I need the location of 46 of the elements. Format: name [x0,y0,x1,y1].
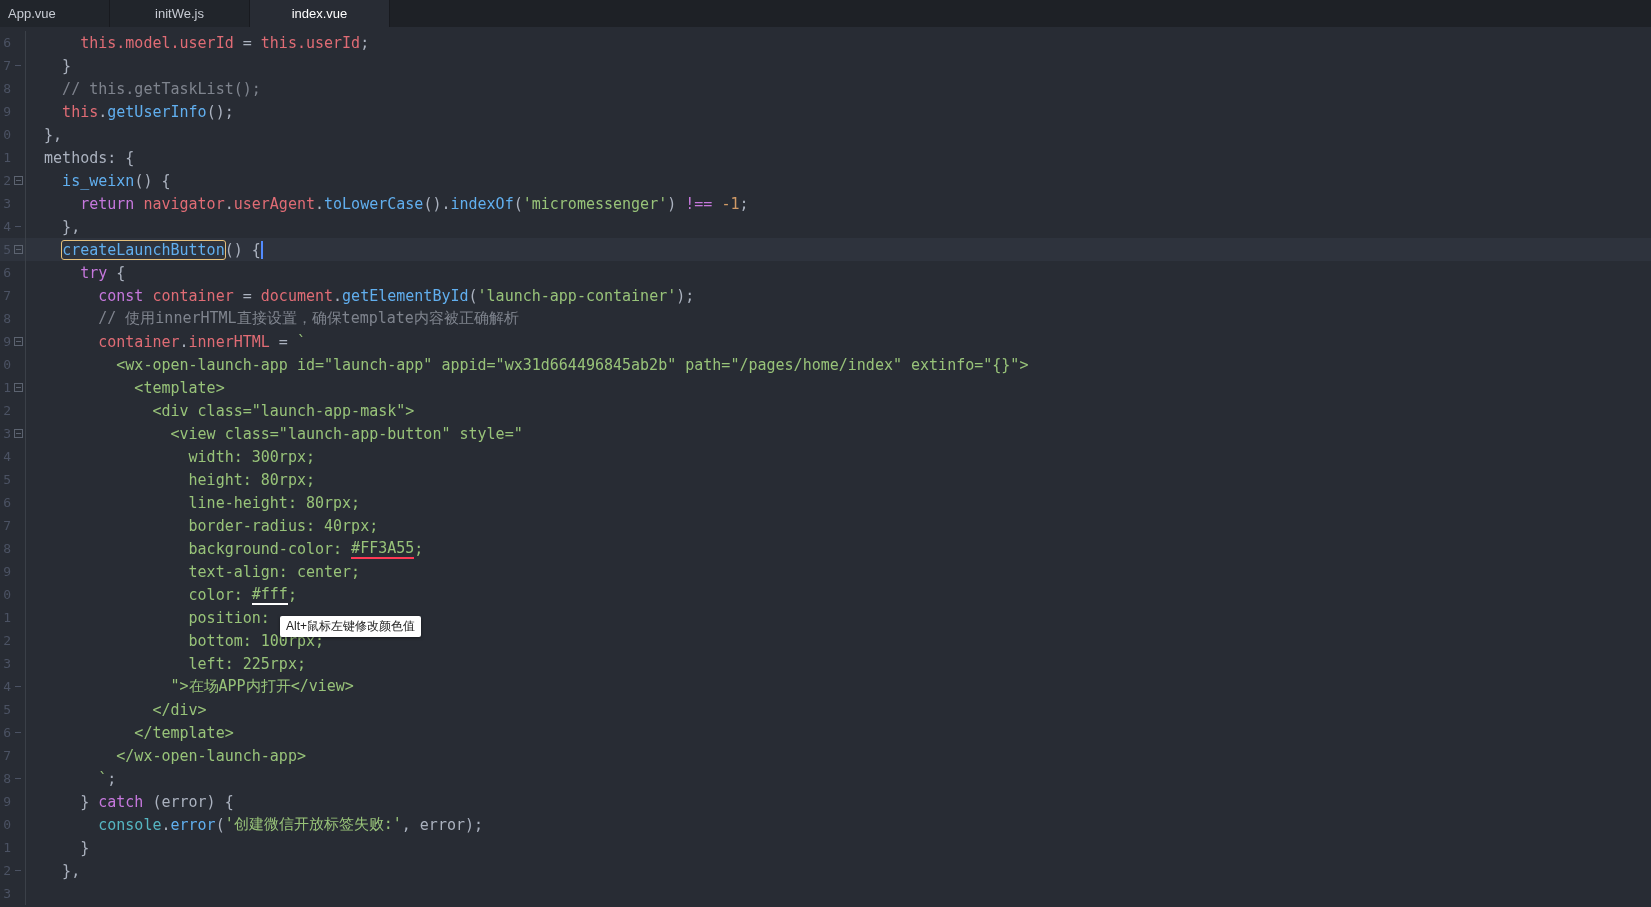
code-line: background-color: #FF3A55; [187,537,424,560]
code-line: color: #fff; [187,583,297,606]
file-tab[interactable]: index.vue [250,0,390,27]
fold-icon[interactable] [13,176,23,185]
code-line: text-align: center; [187,561,361,583]
code-line: container.innerHTML = ` [97,331,306,353]
code-line: }, [43,124,63,146]
code-line: border-radius: 40rpx; [187,515,379,537]
file-tab[interactable]: App.vue [0,0,110,27]
code-line: width: 300rpx; [187,446,315,468]
code-line: line-height: 80rpx; [187,492,361,514]
code-line: } [79,837,90,859]
code-line: </template> [133,722,234,744]
code-line: console.error('创建微信开放标签失败:', error); [97,814,484,836]
code-line: this.getUserInfo(); [61,101,234,123]
fold-icon[interactable] [13,337,23,346]
code-line: }, [61,860,81,882]
code-line: return navigator.userAgent.toLowerCase().indexOf('micromessenger') !== -1; [79,193,749,215]
code-line: createLaunchButton() { [61,239,263,261]
fold-icon[interactable] [13,383,23,392]
code-line: const container = document.getElementById('launch-app-container'); [97,285,695,307]
code-line: try { [79,262,126,284]
code-line: methods: { [43,147,135,169]
fold-icon[interactable] [13,429,23,438]
code-line: ">在场APP内打开</view> [169,676,354,697]
code-line: this.model.userId = this.userId; [79,32,370,54]
code-line: </div> [151,699,207,721]
code-line: height: 80rpx; [187,469,315,491]
code-line: <template> [133,377,225,399]
text-cursor [260,240,263,259]
file-tab[interactable]: initWe.js [110,0,250,27]
code-line: } catch (error) { [79,791,234,813]
code-line: </wx-open-launch-app> [115,745,306,767]
code-line: <view class="launch-app-button" style=" [169,423,523,445]
code-line: } [61,55,72,77]
code-line: <div class="launch-app-mask"> [151,400,415,422]
code-line: `; [97,768,117,790]
code-line: <wx-open-launch-app id="launch-app" appid="wx31d664496845ab2b" path="/pages/home/index" extinfo="{}"> [115,354,1029,376]
fold-icon[interactable] [13,245,23,254]
code-line: }, [61,216,81,238]
tooltip: Alt+鼠标左键修改颜色值 [280,616,421,637]
code-line: position: [187,607,270,629]
code-line: left: 225rpx; [187,653,306,675]
code-line: // this.getTaskList(); [61,78,261,100]
code-line: // 使用innerHTML直接设置，确保template内容被正确解析 [97,308,519,329]
code-line: is_weixn() { [61,170,171,192]
